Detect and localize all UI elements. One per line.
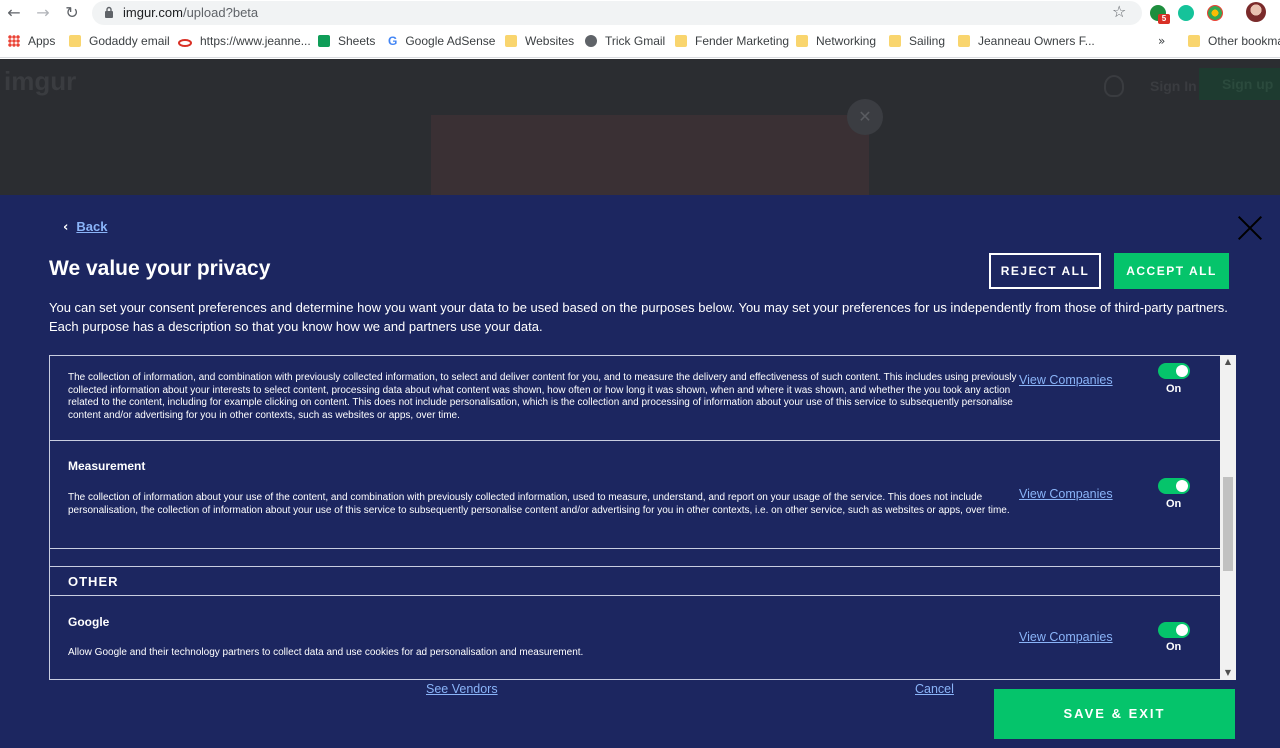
bookmark-adsense[interactable]: G Google AdSense [388, 34, 495, 48]
bookmark-apps[interactable]: Apps [8, 34, 55, 48]
extension-badge: 5 [1158, 14, 1170, 24]
bookmark-star-icon[interactable]: ☆ [1112, 2, 1126, 21]
background-upload-card [431, 115, 869, 195]
bookmark-label: Google AdSense [405, 34, 496, 48]
google-icon: G [388, 34, 398, 48]
other-item-title: Google [68, 615, 110, 629]
bookmark-label: Apps [28, 34, 56, 48]
bookmarks-bar: Apps Godaddy email https://www.jeanne...… [0, 26, 1280, 58]
toggle-knob [1176, 480, 1188, 492]
scroll-up-icon[interactable]: ▲ [1220, 355, 1236, 369]
folder-icon [889, 35, 901, 47]
browser-toolbar: ← → ↻ imgur.com/upload?beta ☆ 5 [0, 0, 1280, 26]
purpose-description: The collection of information about your… [68, 492, 1010, 516]
sign-in-link: Sign In [1150, 78, 1197, 94]
bookmarks-overflow-icon[interactable]: » [1158, 34, 1165, 48]
bookmark-jeanneau-owners[interactable]: Jeanneau Owners F... [958, 34, 1095, 48]
purpose-section: The collection of information, and combi… [50, 356, 1220, 441]
bookmark-godaddy[interactable]: Godaddy email [69, 34, 170, 48]
other-item-google: Google Allow Google and their technology… [50, 596, 1220, 679]
bookmark-sailing[interactable]: Sailing [889, 34, 945, 48]
folder-icon [675, 35, 687, 47]
url-text[interactable]: imgur.com/upload?beta [123, 5, 258, 20]
bookmark-sheets[interactable]: Sheets [318, 34, 375, 48]
purposes-scroll-panel[interactable]: The collection of information, and combi… [49, 355, 1236, 680]
sheets-icon [318, 35, 330, 47]
folder-icon [505, 35, 517, 47]
purpose-toggle[interactable] [1158, 363, 1190, 379]
profile-avatar[interactable] [1246, 2, 1266, 22]
award-icon [1104, 75, 1124, 97]
other-heading: OTHER [68, 574, 119, 589]
toggle-state-label: On [1166, 498, 1182, 510]
close-icon[interactable] [1237, 215, 1263, 241]
bookmark-websites[interactable]: Websites [505, 34, 574, 48]
toggle-knob [1176, 365, 1188, 377]
back-arrow-icon[interactable]: ← [4, 3, 24, 23]
folder-icon [796, 35, 808, 47]
other-item-description: Allow Google and their technology partne… [68, 647, 584, 658]
sign-up-button: Sign up [1199, 68, 1280, 100]
chrome-extension-icon[interactable] [1207, 5, 1223, 21]
folder-icon [1188, 35, 1200, 47]
other-item-toggle[interactable] [1158, 622, 1190, 638]
privacy-title: We value your privacy [49, 257, 271, 280]
bookmark-other[interactable]: Other bookmarks [1188, 34, 1280, 48]
reload-icon[interactable]: ↻ [62, 3, 82, 23]
bookmark-label: Sheets [338, 34, 376, 48]
bookmark-label: https://www.jeanne... [200, 34, 311, 48]
bookmark-label: Websites [525, 34, 575, 48]
bookmark-fender[interactable]: Fender Marketing [675, 34, 789, 48]
bookmark-trick-gmail[interactable]: Trick Gmail [585, 34, 665, 48]
background-close-icon: ✕ [847, 99, 883, 135]
reject-all-button[interactable]: REJECT ALL [989, 253, 1101, 289]
bookmark-label: Jeanneau Owners F... [978, 34, 1095, 48]
privacy-description: You can set your consent preferences and… [49, 300, 1228, 334]
toggle-state-label: On [1166, 383, 1182, 395]
cancel-link[interactable]: Cancel [915, 682, 954, 696]
bookmark-networking[interactable]: Networking [796, 34, 876, 48]
url-domain: imgur.com [123, 5, 183, 20]
save-exit-button[interactable]: SAVE & EXIT [994, 689, 1235, 739]
chevron-left-icon: ‹ [63, 220, 69, 235]
view-companies-link[interactable]: View Companies [1019, 630, 1113, 644]
other-heading-row: OTHER [50, 567, 1220, 596]
bookmark-jeanneau-site[interactable]: https://www.jeanne... [178, 34, 311, 48]
purpose-section-measurement: Measurement The collection of informatio… [50, 441, 1220, 549]
bookmark-label: Sailing [909, 34, 946, 48]
toggle-state-label: On [1166, 641, 1182, 653]
see-vendors-link[interactable]: See Vendors [426, 682, 498, 696]
scrollbar[interactable]: ▲ ▼ [1220, 355, 1236, 680]
purpose-toggle[interactable] [1158, 478, 1190, 494]
section-gap [50, 549, 1235, 567]
purpose-title: Measurement [68, 459, 146, 473]
bookmark-label: Godaddy email [89, 34, 170, 48]
folder-icon [958, 35, 970, 47]
url-path: /upload?beta [182, 5, 259, 20]
toggle-knob [1176, 624, 1188, 636]
globe-icon [585, 35, 597, 47]
lock-icon [105, 6, 113, 18]
back-label: Back [76, 219, 108, 234]
view-companies-link[interactable]: View Companies [1019, 373, 1113, 387]
bookmark-label: Networking [816, 34, 877, 48]
bookmark-label: Other bookmarks [1208, 34, 1280, 48]
accept-all-button[interactable]: ACCEPT ALL [1114, 253, 1229, 289]
forward-arrow-icon[interactable]: → [33, 3, 53, 23]
folder-icon [69, 35, 81, 47]
view-companies-link[interactable]: View Companies [1019, 487, 1113, 501]
purpose-description: The collection of information, and combi… [68, 372, 1017, 421]
bookmark-label: Fender Marketing [695, 34, 790, 48]
grammarly-extension-icon[interactable] [1178, 5, 1194, 21]
scroll-thumb[interactable] [1223, 477, 1233, 571]
scroll-down-icon[interactable]: ▼ [1220, 666, 1236, 680]
site-icon [178, 39, 192, 47]
bookmark-label: Trick Gmail [605, 34, 666, 48]
imgur-logo: imgur [4, 66, 77, 96]
apps-grid-icon [8, 35, 20, 47]
back-link[interactable]: ‹ Back [63, 219, 107, 235]
privacy-overlay: ‹ Back We value your privacy REJECT ALL A… [0, 195, 1280, 748]
